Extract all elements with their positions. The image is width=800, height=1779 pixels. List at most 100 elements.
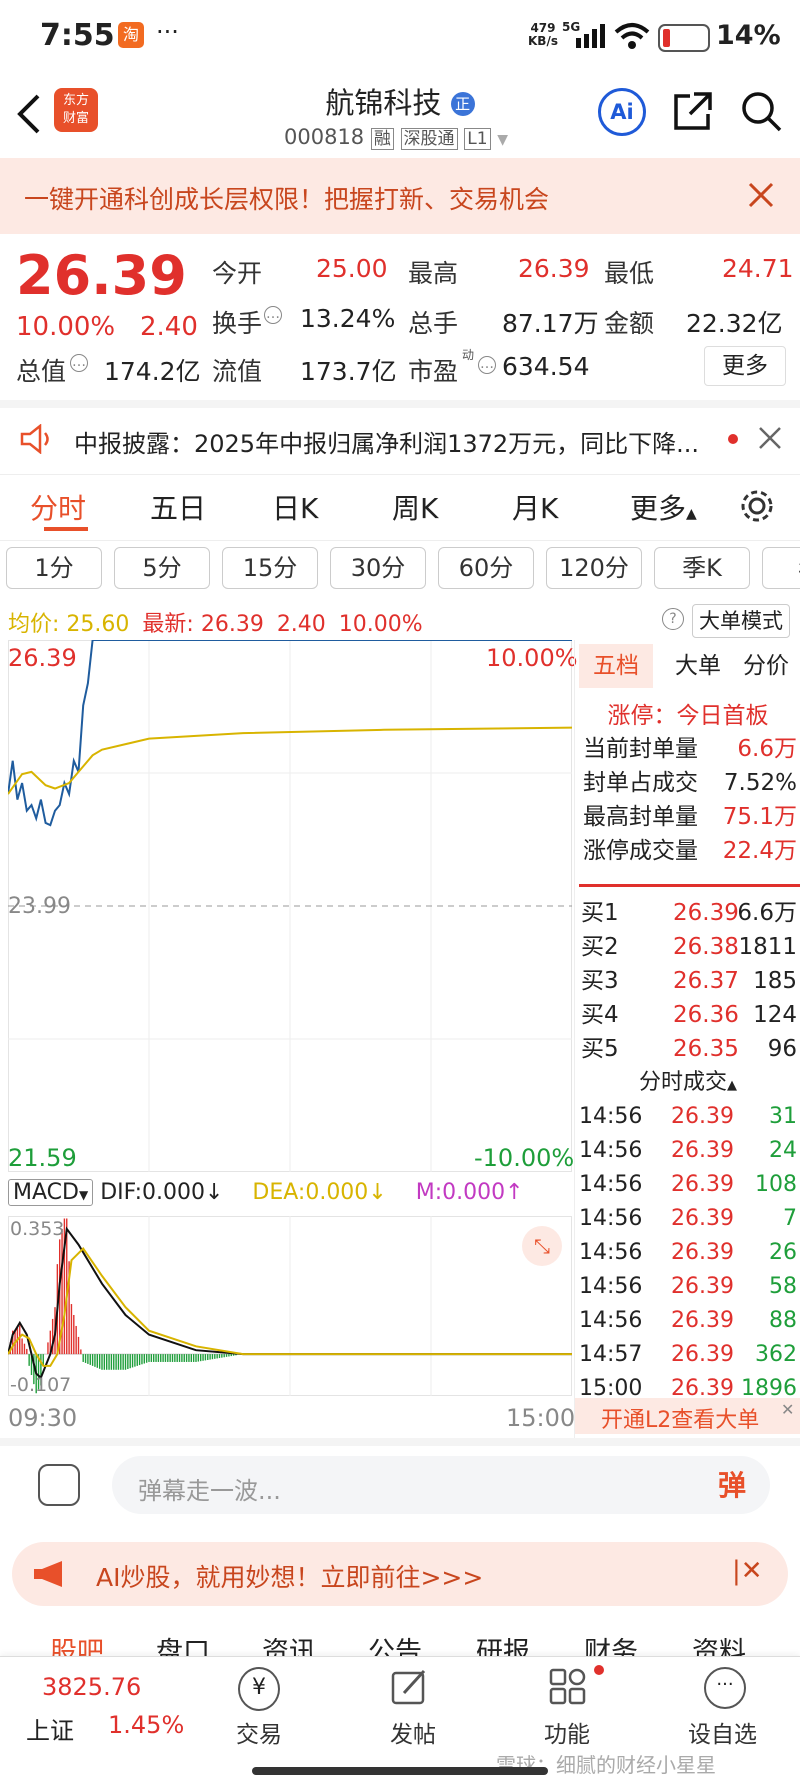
speaker-icon [20,424,49,454]
more-button[interactable]: 更多 [704,346,786,386]
search-icon[interactable] [740,90,782,132]
period-120m[interactable]: 120分 [546,547,642,589]
tag-margin: 融 [370,128,394,150]
more-icon[interactable]: ··· [704,1667,746,1709]
low-value: 24.71 [722,254,794,283]
tab-handicap[interactable]: 盘口 [156,1630,210,1656]
pe-value: 634.54 [502,352,590,381]
expand-icon[interactable]: ⤡ [522,1226,562,1266]
trade-icon[interactable]: ¥ [238,1667,280,1711]
danmu-settings-icon[interactable] [38,1464,80,1506]
close-icon[interactable] [748,182,774,208]
notice-bar[interactable]: 中报披露：2025年中报归属净利润1372万元，同比下降... [0,400,800,474]
tab-intraday[interactable]: 分时 [30,487,86,527]
time-end: 15:00 [506,1404,576,1432]
status-time: 7:55 [40,18,115,53]
ai-button[interactable]: Ai [598,88,646,136]
period-60m[interactable]: 60分 [438,547,534,589]
tab-announcements[interactable]: 公告 [368,1630,422,1656]
pe-sup: 动 [462,348,475,362]
period-15m[interactable]: 15分 [222,547,318,589]
nav-function[interactable]: 功能 [544,1715,590,1749]
volume-value: 87.17万 [502,309,599,338]
badge-icon: 正 [450,92,475,116]
nav-post[interactable]: 发帖 [390,1715,436,1749]
chart-tabs: 分时 五日 日K 周K 月K 更多▲ [0,474,800,537]
close-icon[interactable]: ✕ [781,1400,794,1419]
share-icon[interactable] [672,90,714,132]
tab-underline [44,527,88,531]
tick-row: 14:56 26.39 88 [579,1308,797,1333]
tab-more[interactable]: 更多▲ [630,487,697,527]
notification-dot [594,1665,604,1675]
danmu-icon[interactable]: 弹 [718,1464,762,1506]
stock-name: 航锦科技 [325,86,442,120]
tick-row: 14:56 26.39 7 [579,1206,797,1231]
settings-gear-icon[interactable] [738,487,776,525]
period-1m[interactable]: 1分 [6,547,102,589]
promo-banner[interactable]: 一键开通科创成长层权限！把握打新、交易机会 [0,158,800,234]
taobao-icon: 淘 [118,22,144,48]
comment-placeholder: 弹幕走一波... [138,1477,281,1505]
post-edit-icon[interactable] [390,1667,430,1707]
macd-chart[interactable] [7,1216,572,1396]
tab-5day[interactable]: 五日 [150,487,206,527]
last-label: 最新: [142,612,194,637]
period-year[interactable]: 年 [762,547,800,589]
dropdown-icon[interactable]: ▼ [497,132,508,148]
info-icon[interactable]: … [478,356,496,374]
period-5m[interactable]: 5分 [114,547,210,589]
tab-price-dist[interactable]: 分价 [731,644,800,688]
tab-profile[interactable]: 资料 [692,1630,746,1656]
big-order-mode-button[interactable]: 大单模式 [692,604,790,638]
info-icon[interactable]: … [264,306,282,324]
nav-watchlist[interactable]: 设自选 [688,1715,757,1749]
tab-five-levels[interactable]: 五档 [579,644,653,688]
tab-forum[interactable]: 股吧 [50,1630,104,1656]
tag-connect: 深股通 [400,128,458,150]
tick-list: 14:56 26.39 31 14:56 26.39 24 14:56 26.39 108 … [579,1100,797,1406]
nav-trade[interactable]: 交易 [236,1715,282,1749]
tick-row: 14:56 26.39 26 [579,1240,797,1265]
tab-big-order[interactable]: 大单 [663,644,733,688]
chg-value: 2.40 [276,612,326,637]
tab-monthly[interactable]: 月K [512,487,558,527]
amount-label: 金额 [604,309,655,338]
macd-selector[interactable]: MACD▼ [8,1179,94,1206]
l2-banner[interactable]: 开通L2查看大单 ✕ [575,1398,800,1434]
price-chart[interactable] [7,639,573,1172]
open-label: 今开 [212,259,263,288]
index-value[interactable]: 3825.76 [42,1673,141,1701]
tab-financials[interactable]: 财务 [584,1630,638,1656]
comment-input[interactable]: 弹幕走一波... 弹 [112,1456,770,1514]
period-30m[interactable]: 30分 [330,547,426,589]
signal-icon [576,24,605,48]
tab-research[interactable]: 研报 [476,1630,530,1656]
index-name[interactable]: 上证 [26,1711,74,1746]
tab-news[interactable]: 资讯 [262,1630,316,1656]
close-icon[interactable] [758,426,782,450]
home-indicator[interactable] [252,1767,548,1775]
ticks-title[interactable]: 分时成交▲ [575,1064,800,1096]
axis-mid-price: 23.99 [8,894,71,919]
bid-row: 买3 26.37 185 [581,968,797,994]
ai-banner[interactable]: AI炒股，就用妙想！立即前往>>> |✕ [12,1542,788,1606]
battery-icon [658,24,710,52]
float-label: 流值 [212,357,263,386]
stat-row: 当前封单量 6.6万 [583,736,797,762]
macd-legend: MACD▼ DIF:0.000↓ DEA:0.000↓ M:0.000↑ [8,1179,524,1206]
info-icon[interactable]: … [70,354,88,372]
tab-weekly[interactable]: 周K [392,487,438,527]
help-icon[interactable]: ? [662,608,684,630]
l2-text: 开通L2查看大单 [601,1408,760,1433]
bid-row: 买5 26.35 96 [581,1036,797,1062]
promo-text: 一键开通科创成长层权限！把握打新、交易机会 [24,185,550,214]
index-pct[interactable]: 1.45% [108,1711,184,1739]
info-bar: 均价: 25.60 最新: 26.39 2.40 10.00% [8,606,423,638]
close-icon[interactable]: |✕ [732,1556,763,1586]
function-grid-icon[interactable] [548,1667,588,1707]
tick-row: 14:56 26.39 108 [579,1172,797,1197]
sub-tabs: 股吧 盘口 资讯 公告 研报 财务 资料 [0,1616,800,1656]
tab-daily[interactable]: 日K [272,487,318,527]
period-quarter[interactable]: 季K [654,547,750,589]
